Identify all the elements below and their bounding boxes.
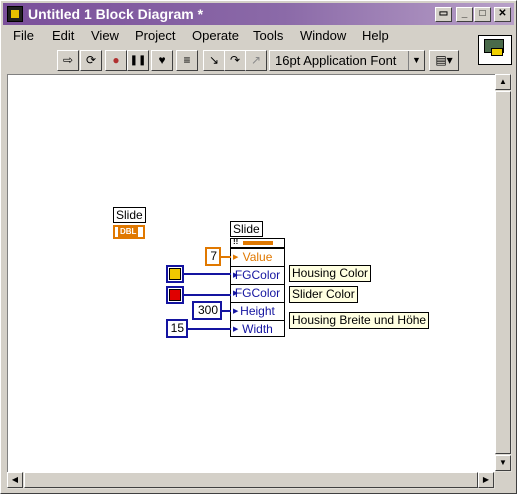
- scroll-right-icon[interactable]: ▶: [478, 472, 494, 488]
- menu-file[interactable]: File: [13, 28, 34, 43]
- scroll-down-icon[interactable]: ▼: [495, 455, 511, 471]
- housing-color-swatch: [169, 268, 181, 280]
- input-arrow-icon: ▶: [233, 290, 239, 297]
- window-title: Untitled 1 Block Diagram *: [28, 6, 204, 22]
- slide-terminal-label[interactable]: Slide: [113, 207, 146, 223]
- title-bar[interactable]: Untitled 1 Block Diagram * ▭ _ □ ✕: [3, 3, 514, 25]
- input-arrow-icon: ▶: [233, 272, 239, 279]
- bundler-row-label: FGColor: [234, 268, 281, 282]
- maximize-button[interactable]: □: [474, 7, 491, 22]
- scroll-left-icon[interactable]: ◀: [7, 472, 23, 488]
- horizontal-scrollbar[interactable]: ◀ ▶: [7, 472, 495, 489]
- retain-wire-values-icon[interactable]: ≡: [176, 50, 198, 71]
- bundler-row-value[interactable]: ▶ Value: [231, 248, 284, 266]
- slider-color-wire[interactable]: [184, 294, 231, 296]
- bundler-label[interactable]: Slide: [230, 221, 263, 237]
- menu-tools[interactable]: Tools: [253, 28, 283, 43]
- vi-icon[interactable]: [478, 35, 512, 65]
- step-out-icon[interactable]: ↗: [245, 50, 267, 71]
- width-wire[interactable]: [188, 328, 231, 330]
- bundler-row-label: Height: [240, 304, 275, 318]
- font-dropdown[interactable]: 16pt Application Font ▼: [269, 50, 425, 71]
- vertical-scroll-thumb[interactable]: [495, 91, 511, 454]
- abort-icon[interactable]: ●: [105, 50, 127, 71]
- menu-operate[interactable]: Operate: [192, 28, 239, 43]
- menu-view[interactable]: View: [91, 28, 119, 43]
- menu-window[interactable]: Window: [300, 28, 346, 43]
- menu-help[interactable]: Help: [362, 28, 389, 43]
- font-dropdown-value: 16pt Application Font: [275, 53, 397, 68]
- highlight-execution-bulb-icon[interactable]: ♥: [151, 50, 173, 71]
- housing-color-wire[interactable]: [184, 273, 231, 275]
- bundler-row-label: FGColor: [234, 286, 281, 300]
- slide-dbl-terminal[interactable]: DBL: [113, 225, 145, 239]
- menu-bar: File Edit View Project Operate Tools Win…: [3, 26, 514, 46]
- menu-project[interactable]: Project: [135, 28, 175, 43]
- labview-app-icon: [7, 6, 23, 22]
- horizontal-scroll-thumb[interactable]: [24, 472, 478, 488]
- align-objects-icon[interactable]: ▤▾: [429, 50, 459, 71]
- menu-edit[interactable]: Edit: [52, 28, 74, 43]
- bundler-row-height[interactable]: ▶ Height: [231, 302, 284, 320]
- bundler-ref-bar: [243, 241, 273, 245]
- bundler-row-fgcolor-slider[interactable]: ▶ FGColor: [231, 284, 284, 302]
- toolbar: ⇨ ⟳ ● ❚❚ ♥ ≡ ↘ ↷ ↗ 16pt Application Font…: [3, 47, 514, 73]
- housing-color-note[interactable]: Housing Color: [289, 265, 372, 282]
- bundler-ref-icon: !!: [233, 237, 239, 246]
- input-arrow-icon: ▶: [233, 308, 239, 315]
- height-constant[interactable]: 300: [192, 301, 222, 320]
- bundler-row-fgcolor-housing[interactable]: ▶ FGColor: [231, 266, 284, 284]
- bundler-row-label: Value: [242, 250, 273, 264]
- vi-icon-arrow: [491, 48, 503, 56]
- bundler-header: !!: [231, 237, 284, 248]
- bundler-row-label: Width: [242, 322, 273, 336]
- input-arrow-icon: ▶: [233, 326, 239, 333]
- value-wire[interactable]: [221, 256, 231, 258]
- housing-color-constant[interactable]: [166, 265, 184, 283]
- step-over-icon[interactable]: ↷: [224, 50, 246, 71]
- vertical-scrollbar[interactable]: ▲ ▼: [495, 74, 512, 472]
- run-arrow-icon[interactable]: ⇨: [57, 50, 79, 71]
- dbl-type-tag: DBL: [118, 227, 139, 237]
- bundler-row-width[interactable]: ▶ Width: [231, 320, 284, 338]
- bundle-by-name-node[interactable]: !! ▶ Value ▶ FGColor ▶ FGColor ▶ Height …: [230, 237, 285, 338]
- block-diagram-canvas[interactable]: Slide DBL Slide !! ▶ Value ▶ FGColor ▶ F…: [7, 74, 495, 472]
- run-continuously-icon[interactable]: ⟳: [80, 50, 102, 71]
- restore-icon[interactable]: ▭: [435, 7, 452, 22]
- input-arrow-icon: ▶: [233, 254, 239, 261]
- close-button[interactable]: ✕: [494, 7, 511, 22]
- height-wire[interactable]: [222, 310, 231, 312]
- slider-color-note[interactable]: Slider Color: [289, 286, 358, 303]
- value-constant[interactable]: 7: [205, 247, 221, 266]
- chevron-down-icon: ▼: [408, 51, 424, 70]
- slider-color-swatch: [169, 289, 181, 301]
- step-into-icon[interactable]: ↘: [203, 50, 225, 71]
- width-constant[interactable]: 15: [166, 319, 188, 338]
- block-diagram-window: Untitled 1 Block Diagram * ▭ _ □ ✕ File …: [0, 0, 517, 494]
- housing-size-note[interactable]: Housing Breite und Höhe: [289, 312, 430, 329]
- scroll-up-icon[interactable]: ▲: [495, 74, 511, 90]
- minimize-button[interactable]: _: [456, 7, 473, 22]
- pause-icon[interactable]: ❚❚: [127, 50, 149, 71]
- slider-color-constant[interactable]: [166, 286, 184, 304]
